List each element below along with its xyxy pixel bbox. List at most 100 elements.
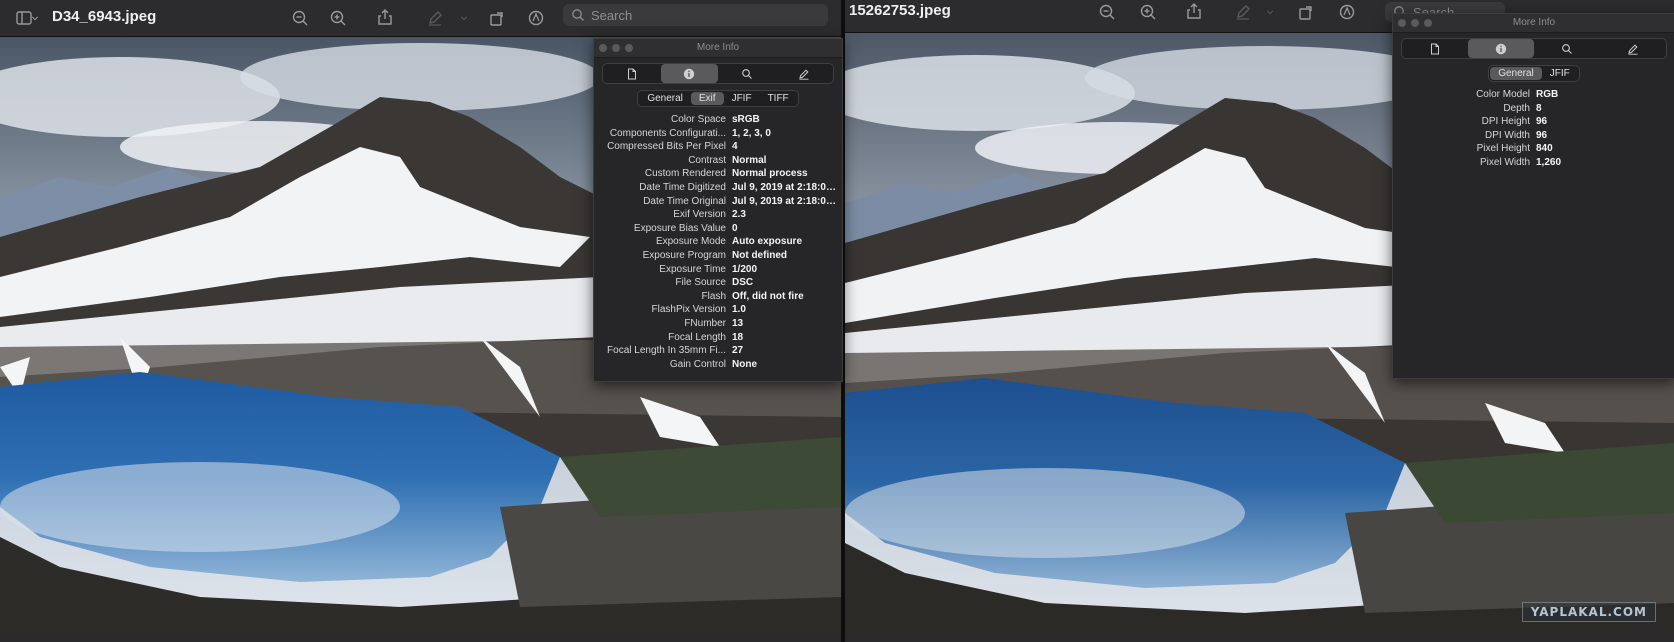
search-icon [572,9,584,21]
row-key: Exif Version [673,209,726,221]
pencil-icon [1628,43,1638,55]
pencil-icon [799,68,809,80]
rotate-icon[interactable] [485,6,509,30]
tab-general[interactable]: General [1490,67,1542,80]
zoom-in-icon[interactable] [1136,0,1160,24]
tab-general[interactable]: General [639,92,691,105]
chevron-down-icon[interactable] [1263,0,1277,24]
general-table: Color Model RGB Depth 8 DPI Height 96 DPI W… [1393,88,1674,170]
row-key: DPI Width [1484,129,1530,141]
tab-tiff[interactable]: TIFF [760,92,797,105]
document-icon [1431,43,1439,54]
table-row: Date Time Original Jul 9, 2019 at 2:18:00… [594,195,842,209]
table-row: Focal Length 18 [594,331,842,345]
share-icon[interactable] [1182,0,1206,23]
row-key: File Source [675,277,726,289]
inspector-tab-bar [602,63,834,84]
table-row: Color Space sRGB [594,113,842,127]
row-key: Exposure Bias Value [633,222,726,234]
table-row: Color Model RGB [1393,88,1674,102]
window-title: 15262753.jpeg [849,2,951,19]
tab-jfif[interactable]: JFIF [1542,67,1578,80]
tab-general-info[interactable] [1402,39,1468,58]
row-value: RGB [1536,89,1559,100]
chevron-down-icon[interactable] [457,6,471,30]
row-value: 27 [732,345,744,357]
row-key: Date Time Original [643,195,726,207]
row-value: None [732,358,757,370]
zoom-out-icon[interactable] [1095,0,1119,24]
share-icon[interactable] [373,5,397,29]
markup-icon[interactable] [423,6,447,30]
row-key: Components Configurati... [609,127,726,139]
table-row: Components Configurati... 1, 2, 3, 0 [594,127,842,141]
table-row: Exif Version 2.3 [594,208,842,222]
row-key: Flash [701,290,726,302]
row-key: Date Time Digitized [639,181,726,193]
info-icon [684,68,695,79]
tab-more-info[interactable] [660,64,718,83]
row-value: 1, 2, 3, 0 [732,127,771,139]
row-value: 2.3 [732,209,746,221]
row-key: FlashPix Version [651,304,726,316]
row-value: 13 [732,317,744,329]
table-row: Pixel Height 840 [1393,142,1674,156]
table-row: Custom Rendered Normal process [594,167,842,181]
row-key: Color Space [670,114,726,125]
row-value: 4 [732,141,738,153]
row-key: Gain Control [669,358,726,370]
table-row: FNumber 13 [594,317,842,331]
annotate-icon[interactable] [524,6,548,30]
table-row: Exposure Program Not defined [594,249,842,263]
tab-keywords[interactable] [1534,39,1600,58]
row-value: 0 [732,222,738,234]
info-icon [1495,43,1507,54]
bottom-bar [845,634,1674,642]
row-key: Contrast [688,154,726,166]
chevron-down-icon[interactable] [28,6,42,30]
row-key: Color Model [1476,89,1530,100]
row-value: DSC [732,277,754,289]
zoom-in-icon[interactable] [326,6,350,30]
table-row: Gain Control None [594,358,842,372]
table-row: File Source DSC [594,276,842,290]
tab-exif[interactable]: Exif [690,92,724,105]
row-value: 1,260 [1536,156,1562,168]
row-key: Exposure Program [642,249,726,261]
search-placeholder: Search [591,7,633,23]
row-value: Normal process [732,168,808,180]
more-info-panel: More Info General Exif JFIF TIFF Color S… [593,38,843,382]
metadata-tabs: General Exif JFIF TIFF [594,90,842,107]
window-title: D34_6943.jpeg [52,8,157,25]
table-row: Contrast Normal [594,154,842,168]
row-key: Custom Rendered [644,168,726,180]
tab-more-info[interactable] [1468,39,1534,58]
table-row: Focal Length In 35mm Fi... 27 [594,344,842,358]
markup-icon[interactable] [1231,0,1255,24]
row-value: Normal [732,154,767,166]
row-value: sRGB [732,114,760,125]
row-value: 8 [1536,102,1542,114]
table-row: Depth 8 [1393,102,1674,116]
zoom-out-icon[interactable] [288,6,312,30]
search-field[interactable]: Search [563,4,828,26]
tab-annotations[interactable] [776,64,834,83]
row-value: 1.0 [732,304,746,316]
table-row: Flash Off, did not fire [594,290,842,304]
annotate-icon[interactable] [1335,0,1359,24]
tab-keywords[interactable] [718,64,776,83]
row-value: 96 [1536,129,1548,141]
tab-annotations[interactable] [1600,39,1666,58]
tab-general-info[interactable] [603,64,661,83]
table-row: Exposure Mode Auto exposure [594,235,842,249]
row-key: Focal Length [668,331,726,343]
row-value: Jul 9, 2019 at 2:18:00... [732,181,836,193]
table-row: DPI Height 96 [1393,115,1674,129]
table-row: FlashPix Version 1.0 [594,303,842,317]
row-key: DPI Height [1481,116,1530,128]
row-value: 1/200 [732,263,758,275]
rotate-icon[interactable] [1294,0,1318,24]
tab-jfif[interactable]: JFIF [724,92,760,105]
row-value: 840 [1536,143,1553,155]
table-row: Date Time Digitized Jul 9, 2019 at 2:18:0… [594,181,842,195]
